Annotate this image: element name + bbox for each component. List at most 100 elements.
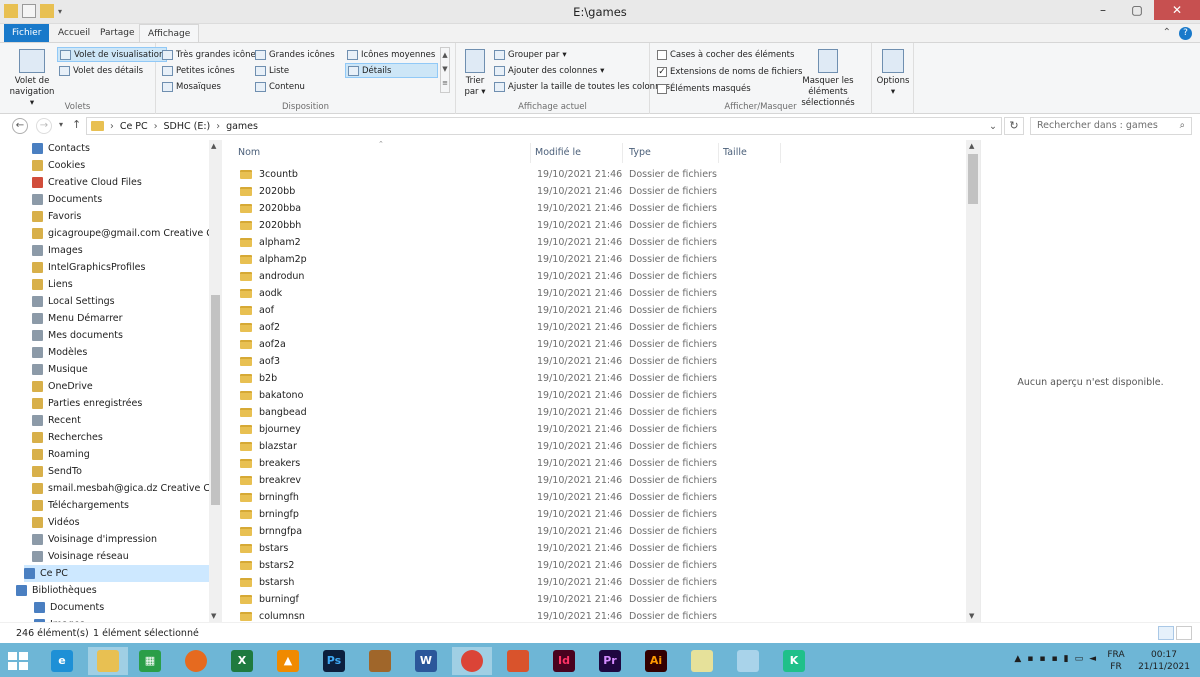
table-row[interactable]: aof 19/10/2021 21:46 Dossier de fichiers: [222, 302, 967, 319]
table-row[interactable]: aof2 19/10/2021 21:46 Dossier de fichiers: [222, 319, 967, 336]
taskbar-excel[interactable]: X: [222, 647, 262, 675]
help-icon[interactable]: ?: [1179, 27, 1192, 40]
sidebar-item[interactable]: Documents: [34, 599, 104, 616]
sidebar-item[interactable]: OneDrive: [32, 378, 93, 395]
breadcrumb-ce-pc[interactable]: Ce PC: [120, 121, 148, 132]
column-header-modified[interactable]: Modifié le: [531, 143, 623, 163]
details-view-icon[interactable]: [1158, 626, 1174, 640]
taskbar-illustrator[interactable]: Ai: [636, 647, 676, 675]
layout-content[interactable]: Contenu: [253, 79, 307, 94]
sidebar-item[interactable]: Voisinage réseau: [32, 548, 129, 565]
tab-fichier[interactable]: Fichier: [4, 24, 50, 43]
sort-by-button[interactable]: Trier par ▾: [461, 49, 489, 98]
checkbox[interactable]: [657, 49, 667, 60]
hide-selected-button[interactable]: Masquer les éléments sélectionnés: [786, 49, 870, 109]
breadcrumb-separator-icon[interactable]: ›: [110, 121, 114, 132]
layout-large-icons[interactable]: Grandes icônes: [253, 47, 337, 62]
table-row[interactable]: aodk 19/10/2021 21:46 Dossier de fichiers: [222, 285, 967, 302]
checkbox-checked[interactable]: ✓: [657, 66, 667, 77]
sidebar-item[interactable]: Menu Démarrer: [32, 310, 123, 327]
taskbar-chrome[interactable]: [452, 647, 492, 675]
taskbar-premiere[interactable]: Pr: [590, 647, 630, 675]
refresh-button[interactable]: ↻: [1004, 117, 1024, 135]
table-row[interactable]: bstars2 19/10/2021 21:46 Dossier de fichie…: [222, 557, 967, 574]
details-pane-button[interactable]: Volet des détails: [57, 63, 145, 78]
breadcrumb-games[interactable]: games: [226, 121, 258, 132]
sidebar-item[interactable]: Bibliothèques: [16, 582, 97, 599]
sidebar-item[interactable]: Musique: [32, 361, 88, 378]
options-button[interactable]: Options ▾: [876, 49, 910, 98]
table-row[interactable]: bstars 19/10/2021 21:46 Dossier de fichier…: [222, 540, 967, 557]
maximize-button[interactable]: ▢: [1120, 0, 1154, 20]
table-row[interactable]: breakrev 19/10/2021 21:46 Dossier de fichi…: [222, 472, 967, 489]
sidebar-item[interactable]: Roaming: [32, 446, 90, 463]
sidebar-item[interactable]: Creative Cloud Files: [32, 174, 142, 191]
sidebar-item[interactable]: Liens: [32, 276, 73, 293]
sidebar-item[interactable]: smail.mesbah@gica.dz Creative Cloud: [32, 480, 222, 497]
table-row[interactable]: bstarsh 19/10/2021 21:46 Dossier de fichie…: [222, 574, 967, 591]
table-row[interactable]: burningf 19/10/2021 21:46 Dossier de fichi…: [222, 591, 967, 608]
tray-expand-icon[interactable]: ▲: [1014, 654, 1021, 664]
sidebar-item[interactable]: Documents: [32, 191, 102, 208]
taskbar-photoshop[interactable]: Ps: [314, 647, 354, 675]
address-dropdown-icon[interactable]: ⌄: [989, 121, 997, 132]
sidebar-item[interactable]: Recherches: [32, 429, 103, 446]
notification-icon[interactable]: ▪: [1039, 654, 1045, 664]
scroll-down-icon[interactable]: ▼: [969, 612, 974, 620]
table-row[interactable]: aof3 19/10/2021 21:46 Dossier de fichiers: [222, 353, 967, 370]
address-field[interactable]: › Ce PC › SDHC (E:) › games ⌄: [86, 117, 1002, 135]
preview-pane-button[interactable]: Volet de visualisation: [57, 47, 168, 62]
add-columns-button[interactable]: Ajouter des colonnes ▾: [492, 63, 606, 78]
layout-medium-icons[interactable]: Icônes moyennes: [345, 47, 437, 62]
taskbar-indesign[interactable]: Id: [544, 647, 584, 675]
network-icon[interactable]: ▪: [1027, 654, 1033, 664]
group-by-button[interactable]: Grouper par ▾: [492, 47, 569, 62]
sidebar-item[interactable]: Local Settings: [32, 293, 115, 310]
navigation-scroll-thumb[interactable]: [211, 295, 220, 505]
table-row[interactable]: alpham2p 19/10/2021 21:46 Dossier de fichi…: [222, 251, 967, 268]
taskbar-app-blue[interactable]: [728, 647, 768, 675]
tab-affichage[interactable]: Affichage: [139, 24, 200, 43]
flag-icon[interactable]: ▪: [1052, 654, 1058, 664]
taskbar-app-k[interactable]: K: [774, 647, 814, 675]
hidden-items-toggle[interactable]: Éléments masqués: [655, 81, 753, 96]
breadcrumb-separator-icon[interactable]: ›: [154, 121, 158, 132]
table-row[interactable]: aof2a 19/10/2021 21:46 Dossier de fichiers: [222, 336, 967, 353]
sidebar-item[interactable]: Cookies: [32, 157, 85, 174]
collapse-ribbon-icon[interactable]: ⌃: [1163, 27, 1171, 40]
sidebar-item[interactable]: gicagroupe@gmail.com Creative Cloud: [32, 225, 222, 242]
tab-accueil[interactable]: Accueil: [50, 24, 98, 43]
table-row[interactable]: b2b 19/10/2021 21:46 Dossier de fichiers: [222, 370, 967, 387]
sidebar-item[interactable]: IntelGraphicsProfiles: [32, 259, 145, 276]
taskbar-internet-explorer[interactable]: e: [42, 647, 82, 675]
search-input[interactable]: Rechercher dans : games ⌕: [1030, 117, 1192, 135]
table-row[interactable]: 2020bbh 19/10/2021 21:46 Dossier de fichie…: [222, 217, 967, 234]
taskbar-store[interactable]: ▦: [130, 647, 170, 675]
fit-columns-button[interactable]: Ajuster la taille de toutes les colonnes: [492, 79, 672, 94]
sidebar-item[interactable]: Parties enregistrées: [32, 395, 142, 412]
column-header-type[interactable]: Type: [625, 143, 719, 163]
table-row[interactable]: brningfp 19/10/2021 21:46 Dossier de fichi…: [222, 506, 967, 523]
item-checkboxes-toggle[interactable]: Cases à cocher des éléments: [655, 47, 796, 62]
forward-button[interactable]: →: [36, 118, 52, 134]
table-row[interactable]: bakatono 19/10/2021 21:46 Dossier de fichi…: [222, 387, 967, 404]
table-row[interactable]: 3countb 19/10/2021 21:46 Dossier de fichie…: [222, 166, 967, 183]
taskbar-file-explorer[interactable]: [88, 647, 128, 675]
taskbar-presentation[interactable]: [498, 647, 538, 675]
sidebar-item[interactable]: Favoris: [32, 208, 81, 225]
sidebar-item[interactable]: Modèles: [32, 344, 87, 361]
scroll-up-icon[interactable]: ▲: [969, 142, 974, 150]
scroll-up-icon[interactable]: ▲: [211, 142, 216, 150]
back-button[interactable]: ←: [12, 118, 28, 134]
extensions-toggle[interactable]: ✓ Extensions de noms de fichiers: [655, 64, 804, 79]
minimize-button[interactable]: –: [1086, 0, 1120, 20]
layout-details[interactable]: Détails: [345, 63, 438, 78]
sidebar-item[interactable]: SendTo: [32, 463, 82, 480]
taskbar-firefox[interactable]: [176, 647, 216, 675]
sidebar-item[interactable]: Vidéos: [32, 514, 80, 531]
breadcrumb-separator-icon[interactable]: ›: [216, 121, 220, 132]
layout-gallery-scroll[interactable]: ▲ ▼ ≡: [440, 47, 450, 93]
file-list-scroll-thumb[interactable]: [968, 154, 978, 204]
table-row[interactable]: bjourney 19/10/2021 21:46 Dossier de fichi…: [222, 421, 967, 438]
sidebar-item[interactable]: Téléchargements: [32, 497, 129, 514]
